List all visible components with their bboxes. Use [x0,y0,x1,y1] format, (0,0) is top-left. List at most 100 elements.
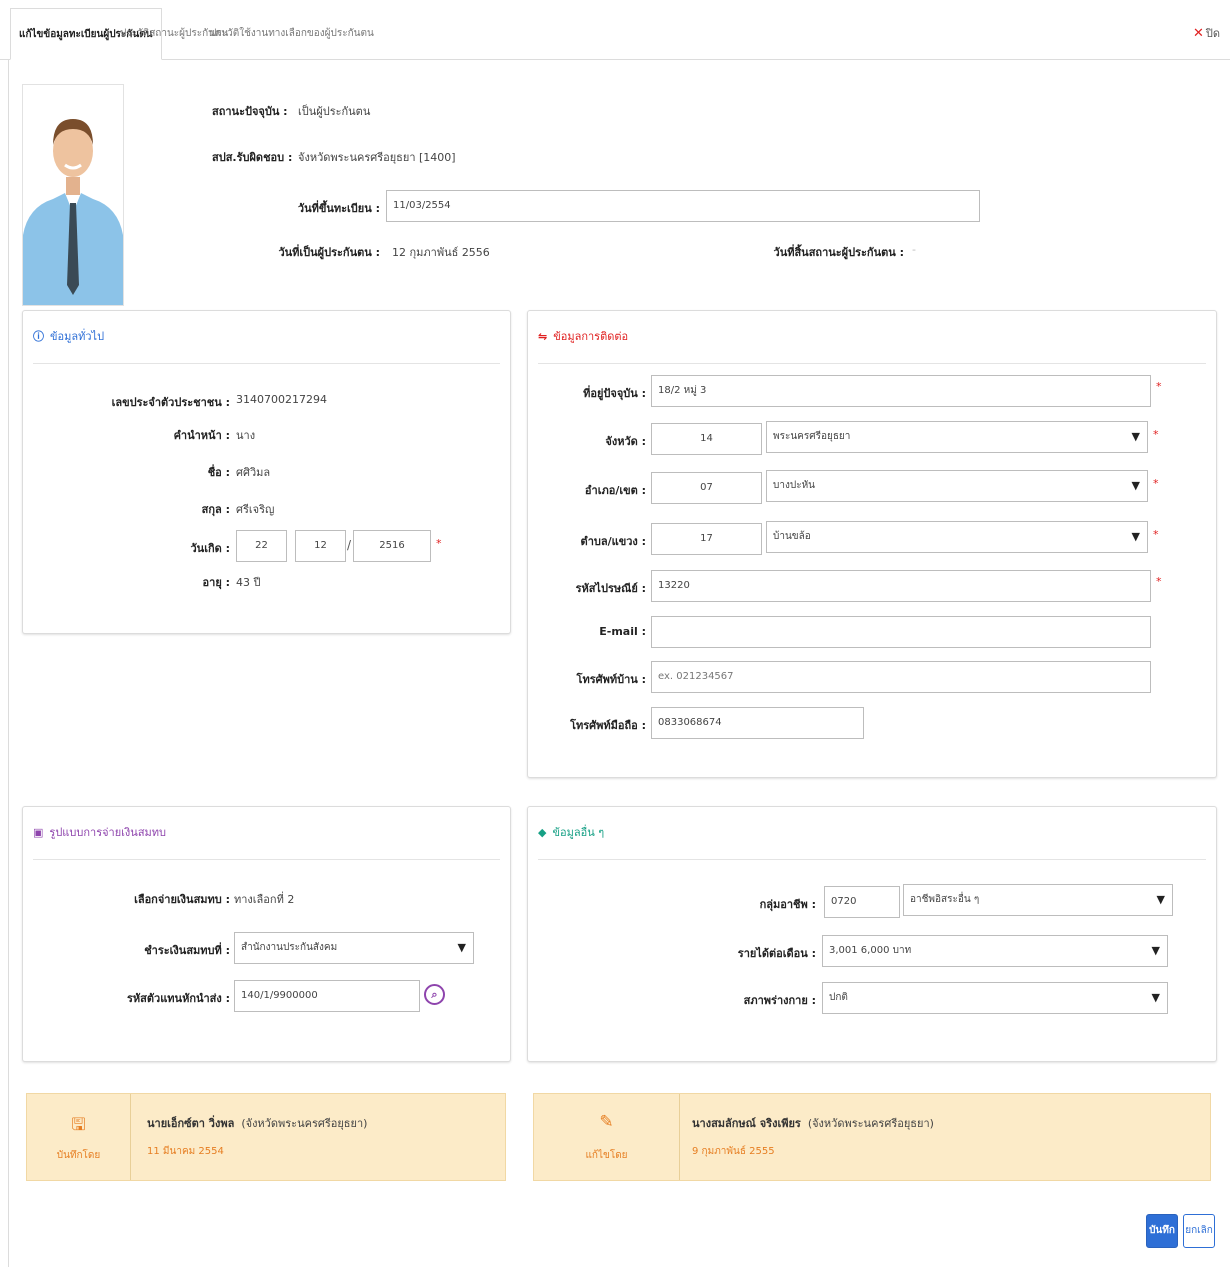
district-code-input[interactable]: 07 [651,472,762,504]
edited-by-icon-box: ✎ แก้ไขโดย [534,1094,680,1180]
edited-by-user: นางสมลักษณ์ จริงเพียร (จังหวัดพระนครศรีอ… [692,1117,934,1130]
contact-title: ⇋ ข้อมูลการติดต่อ [538,330,629,343]
age-value: 43 ปี [236,576,261,589]
health-select[interactable]: ปกติ ▼ [822,982,1168,1014]
payment-place-label: ชำระเงินสมทบที่ : [144,944,230,957]
payment-place-select[interactable]: สำนักงานประกันสังคม ▼ [234,932,474,964]
saved-by-icon-box: 🖫 บันทึกโดย [27,1094,131,1180]
saved-date: 11 มีนาคม 2554 [147,1146,224,1157]
home-phone-input[interactable]: ex. 021234567 [651,661,1151,693]
birth-year-input[interactable]: 2516 [353,530,431,562]
prefix-label: คำนำหน้า : [173,429,230,442]
caret-down-icon: ▼ [1131,479,1140,492]
mobile-phone-label: โทรศัพท์มือถือ : [570,719,646,732]
postcode-input[interactable]: 13220 [651,570,1151,602]
save-button[interactable]: บันทึก [1146,1214,1178,1248]
career-group-label: กลุ่มอาชีพ : [759,898,816,911]
id-number-value: 3140700217294 [236,393,327,406]
first-name-value: ศศิวิมล [236,466,271,479]
divider [33,363,500,364]
status-value: เป็นผู้ประกันตน [298,105,371,118]
office-value: จังหวัดพระนครศรีอยุธยา [1400] [298,151,456,164]
required-mark: * [436,537,442,550]
id-number-label: เลขประจำตัวประชาชน : [111,396,230,409]
email-input[interactable] [651,616,1151,648]
career-code-input[interactable]: 0720 [824,886,900,918]
subdistrict-select[interactable]: บ้านขล้อ ▼ [766,521,1148,553]
insured-photo [22,84,124,306]
person-photo-icon [23,85,123,305]
end-date-label: วันที่สิ้นสถานะผู้ประกันตน : [773,246,904,259]
edited-by-box: ✎ แก้ไขโดย นางสมลักษณ์ จริงเพียร (จังหวั… [533,1093,1211,1181]
insured-date-value: 12 กุมภาพันธ์ 2556 [392,246,490,259]
district-select[interactable]: บางปะหัน ▼ [766,470,1148,502]
status-label: สถานะปัจจุบัน : [212,105,288,118]
agent-code-input[interactable]: 140/1/9900000 [234,980,420,1012]
first-name-label: ชื่อ : [207,466,230,479]
income-label: รายได้ต่อเดือน : [737,947,816,960]
content-border [8,60,9,1267]
edited-date: 9 กุมภาพันธ์ 2555 [692,1146,775,1157]
saved-by-user: นายเอ็กซ์ตา วิ่งพล (จังหวัดพระนครศรีอยุธ… [147,1117,368,1130]
edit-icon: ✎ [599,1112,614,1132]
edited-by-caption: แก้ไขโดย [585,1150,628,1161]
career-select[interactable]: อาชีพอิสระอื่น ๆ ▼ [903,884,1173,916]
caret-down-icon: ▼ [1151,944,1160,957]
close-button[interactable]: ✕ ปิด [1193,24,1220,42]
birth-day-input[interactable]: 22 [236,530,287,562]
income-select[interactable]: 3,001 6,000 บาท ▼ [822,935,1168,967]
subdistrict-code-input[interactable]: 17 [651,523,762,555]
payment-title: ▣ รูปแบบการจ่ายเงินสมทบ [33,826,167,839]
signpost-icon: ⇋ [538,330,548,343]
prefix-value: นาง [236,429,256,442]
tab-option-usage-history[interactable]: ประวัติใช้งานทางเลือกของผู้ประกันตน [202,8,382,60]
caret-down-icon: ▼ [1151,991,1160,1004]
caret-down-icon: ▼ [1156,893,1165,906]
age-label: อายุ : [202,576,230,589]
district-label: อำเภอ/เขต : [584,484,646,497]
subdistrict-label: ตำบล/แขวง : [580,535,646,548]
surname-label: สกุล : [201,503,230,516]
divider [33,859,500,860]
tag-icon: ◆ [538,826,547,839]
tab-bar: แก้ไขข้อมูลทะเบียนผู้ประกันตน ประวัติสถา… [0,0,1230,60]
search-icon[interactable]: ⌕ [424,984,445,1005]
other-info-title: ◆ ข้อมูลอื่น ๆ [538,826,605,839]
agent-code-label: รหัสตัวแทนหักนำส่ง : [127,992,230,1005]
home-phone-label: โทรศัพท์บ้าน : [576,673,646,686]
required-mark: * [1156,380,1162,393]
end-date-value: - [912,243,916,256]
province-label: จังหวัด : [605,435,646,448]
money-icon: ▣ [33,826,44,839]
birth-month-input[interactable]: 12 [295,530,346,562]
close-icon: ✕ [1192,26,1204,41]
province-select[interactable]: พระนครศรีอยุธยา ▼ [766,421,1148,453]
caret-down-icon: ▼ [457,941,466,954]
save-icon: 🖫 [71,1115,86,1135]
insured-date-label: วันที่เป็นผู้ประกันตน : [278,246,380,259]
saved-by-caption: บันทึกโดย [56,1150,101,1161]
required-mark: * [1153,428,1159,441]
info-icon: ⓘ [33,330,44,343]
caret-down-icon: ▼ [1131,430,1140,443]
saved-by-box: 🖫 บันทึกโดย นายเอ็กซ์ตา วิ่งพล (จังหวัดพ… [26,1093,506,1181]
required-mark: * [1156,575,1162,588]
address-label: ที่อยู่ปัจจุบัน : [583,387,646,400]
register-date-input[interactable]: 11/03/2554 [386,190,980,222]
province-code-input[interactable]: 14 [651,423,762,455]
cancel-button[interactable]: ยกเลิก [1183,1214,1215,1248]
payment-option-value: ทางเลือกที่ 2 [234,893,295,906]
register-date-label: วันที่ขึ้นทะเบียน : [297,202,380,215]
address-input[interactable]: 18/2 หมู่ 3 [651,375,1151,407]
surname-value: ศรีเจริญ [236,503,275,516]
birth-date-label: วันเกิด : [190,542,231,555]
divider [538,859,1206,860]
payment-option-label: เลือกจ่ายเงินสมทบ : [134,893,230,906]
health-label: สภาพร่างกาย : [743,994,816,1007]
other-info-panel: ◆ ข้อมูลอื่น ๆ [527,806,1217,1062]
email-label: E-mail : [599,625,646,638]
date-separator: / [347,538,352,552]
mobile-phone-input[interactable]: 0833068674 [651,707,864,739]
general-info-title: ⓘ ข้อมูลทั่วไป [33,330,105,343]
office-label: สปส.รับผิดชอบ : [212,151,293,164]
